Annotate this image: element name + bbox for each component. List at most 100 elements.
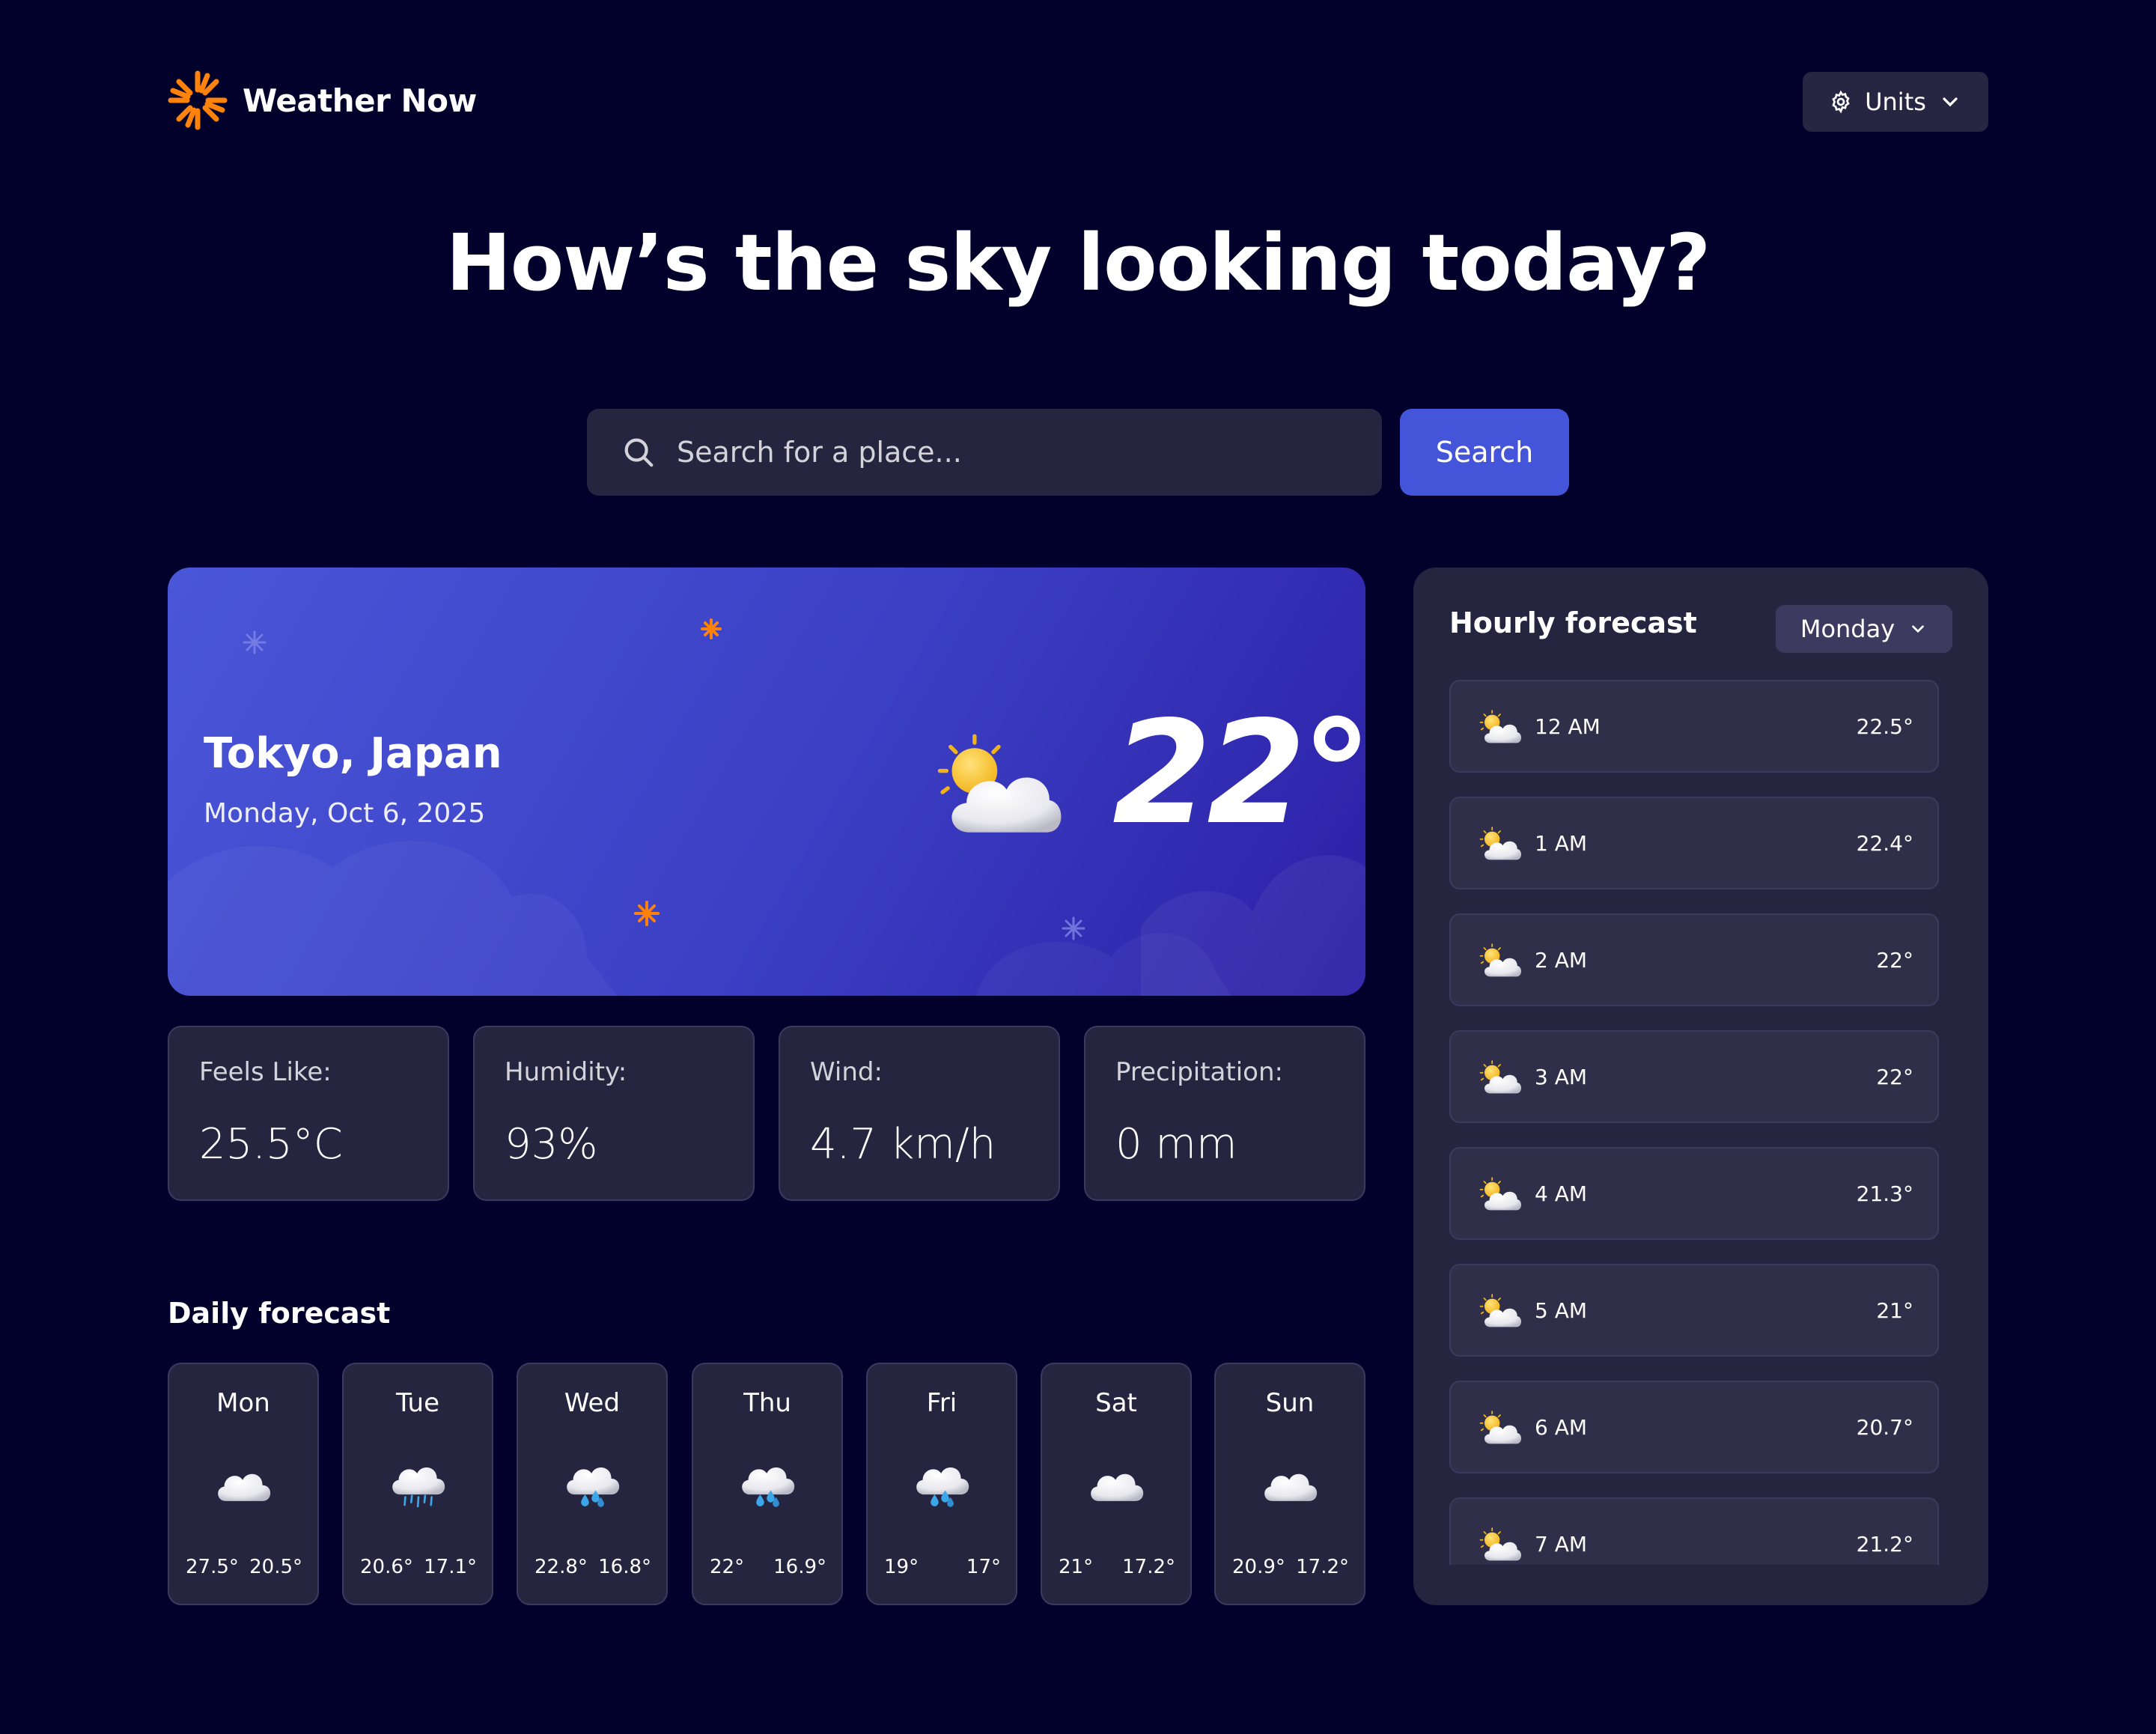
hour-row: 2 AM 22° bbox=[1449, 913, 1939, 1006]
current-date: Monday, Oct 6, 2025 bbox=[204, 798, 486, 829]
stat-label: Wind: bbox=[810, 1057, 883, 1087]
rain-icon bbox=[735, 1455, 801, 1512]
hourly-forecast-panel: Hourly forecast Monday 12 AM 22.5° 1 AM … bbox=[1413, 568, 1988, 1605]
day-high: 21° bbox=[1059, 1556, 1094, 1578]
day-low: 16.9° bbox=[773, 1556, 826, 1578]
hour-temp: 20.7° bbox=[1856, 1415, 1913, 1440]
hour-time: 6 AM bbox=[1535, 1415, 1588, 1440]
partly-cloudy-icon bbox=[1478, 825, 1523, 864]
stat-label: Feels Like: bbox=[199, 1057, 332, 1087]
hour-row: 7 AM 21.2° bbox=[1449, 1497, 1939, 1565]
day-name: Sat bbox=[1095, 1388, 1137, 1418]
day-low: 17.1° bbox=[424, 1556, 477, 1578]
stat-value: 0 mm bbox=[1115, 1120, 1237, 1169]
hour-temp: 21.2° bbox=[1856, 1532, 1913, 1557]
cloud-icon bbox=[1258, 1455, 1324, 1512]
app-logo[interactable]: Weather Now bbox=[168, 70, 477, 130]
stat-wind: Wind: 4.7 km/h bbox=[779, 1026, 1060, 1201]
day-card-sun: Sun 20.9° 17.2° bbox=[1214, 1363, 1365, 1605]
day-card-thu: Thu 22° 16.9° bbox=[692, 1363, 843, 1605]
day-card-wed: Wed 22.8° 16.8° bbox=[517, 1363, 668, 1605]
current-temperature: 22° bbox=[1112, 690, 1365, 856]
stat-value: 93% bbox=[505, 1120, 598, 1169]
daily-forecast-title: Daily forecast bbox=[168, 1297, 391, 1330]
day-name: Sun bbox=[1265, 1388, 1315, 1418]
hour-temp: 22° bbox=[1876, 1065, 1913, 1089]
hour-time: 5 AM bbox=[1535, 1298, 1588, 1323]
page-title: How’s the sky looking today? bbox=[445, 217, 1711, 308]
rain-icon bbox=[560, 1455, 626, 1512]
day-card-sat: Sat 21° 17.2° bbox=[1041, 1363, 1192, 1605]
cloud-icon bbox=[1084, 1455, 1150, 1512]
hour-time: 3 AM bbox=[1535, 1065, 1588, 1089]
day-low: 17.2° bbox=[1122, 1556, 1175, 1578]
stat-feels-like: Feels Like: 25.5°C bbox=[168, 1026, 449, 1201]
hour-temp: 22.4° bbox=[1856, 831, 1913, 856]
sparkle-icon bbox=[1062, 916, 1085, 940]
current-weather-card: Tokyo, Japan Monday, Oct 6, 2025 22° bbox=[168, 568, 1365, 996]
sparkle-icon bbox=[243, 630, 267, 654]
hour-time: 4 AM bbox=[1535, 1181, 1588, 1206]
search-box[interactable] bbox=[587, 409, 1382, 496]
hour-row: 4 AM 21.3° bbox=[1449, 1147, 1939, 1240]
hourly-list[interactable]: 12 AM 22.5° 1 AM 22.4° 2 AM 22° 3 AM 22°… bbox=[1449, 680, 1939, 1565]
partly-cloudy-icon bbox=[1478, 1175, 1523, 1214]
day-high: 19° bbox=[884, 1556, 919, 1578]
day-name: Thu bbox=[743, 1388, 791, 1418]
stat-precipitation: Precipitation: 0 mm bbox=[1084, 1026, 1365, 1201]
sun-logo-icon bbox=[168, 70, 228, 130]
hour-row: 5 AM 21° bbox=[1449, 1264, 1939, 1357]
orange-star-icon bbox=[634, 901, 660, 926]
day-name: Wed bbox=[564, 1388, 621, 1418]
chevron-down-icon bbox=[1943, 97, 1958, 107]
selected-day: Monday bbox=[1800, 615, 1895, 643]
partly-cloudy-icon bbox=[1478, 942, 1523, 981]
drizzle-icon bbox=[386, 1455, 451, 1512]
units-label: Units bbox=[1865, 88, 1926, 116]
orange-star-icon bbox=[701, 618, 722, 639]
hour-time: 1 AM bbox=[1535, 831, 1588, 856]
hour-temp: 21.3° bbox=[1856, 1181, 1913, 1206]
hour-row: 1 AM 22.4° bbox=[1449, 797, 1939, 889]
gear-icon bbox=[1832, 90, 1850, 114]
search-input[interactable] bbox=[677, 436, 1350, 469]
stat-humidity: Humidity: 93% bbox=[473, 1026, 755, 1201]
day-card-tue: Tue 20.6° 17.1° bbox=[342, 1363, 493, 1605]
day-low: 20.5° bbox=[249, 1556, 302, 1578]
day-high: 22.8° bbox=[535, 1556, 588, 1578]
hour-time: 7 AM bbox=[1535, 1532, 1588, 1557]
hour-temp: 21° bbox=[1876, 1298, 1913, 1323]
units-button[interactable]: Units bbox=[1803, 72, 1988, 132]
day-low: 17° bbox=[966, 1556, 1001, 1578]
day-name: Mon bbox=[216, 1388, 270, 1418]
chevron-down-icon bbox=[1912, 625, 1925, 633]
day-card-mon: Mon 27.5° 20.5° bbox=[168, 1363, 319, 1605]
day-high: 20.6° bbox=[360, 1556, 413, 1578]
partly-cloudy-icon bbox=[1478, 1526, 1523, 1565]
day-low: 17.2° bbox=[1296, 1556, 1349, 1578]
hour-time: 12 AM bbox=[1535, 714, 1601, 739]
partly-cloudy-icon bbox=[1478, 1409, 1523, 1448]
cloud-icon bbox=[211, 1455, 277, 1512]
hour-time: 2 AM bbox=[1535, 948, 1588, 973]
hour-row: 12 AM 22.5° bbox=[1449, 680, 1939, 773]
hourly-forecast-title: Hourly forecast bbox=[1449, 606, 1697, 639]
partly-cloudy-icon bbox=[1478, 1292, 1523, 1331]
day-high: 20.9° bbox=[1232, 1556, 1285, 1578]
day-name: Fri bbox=[926, 1388, 957, 1418]
search-icon bbox=[624, 438, 654, 467]
hour-row: 3 AM 22° bbox=[1449, 1030, 1939, 1123]
stat-label: Humidity: bbox=[505, 1057, 627, 1087]
hour-row: 6 AM 20.7° bbox=[1449, 1381, 1939, 1473]
hour-temp: 22° bbox=[1876, 948, 1913, 973]
day-card-fri: Fri 19° 17° bbox=[866, 1363, 1017, 1605]
partly-cloudy-icon bbox=[1478, 1059, 1523, 1098]
day-select-dropdown[interactable]: Monday bbox=[1776, 605, 1952, 653]
stat-value: 25.5°C bbox=[199, 1120, 343, 1169]
app-name: Weather Now bbox=[243, 82, 477, 119]
search-button[interactable]: Search bbox=[1400, 409, 1569, 496]
day-high: 22° bbox=[710, 1556, 745, 1578]
location-name: Tokyo, Japan bbox=[204, 729, 502, 778]
partly-cloudy-icon bbox=[931, 731, 1066, 843]
stat-value: 4.7 km/h bbox=[810, 1120, 996, 1169]
